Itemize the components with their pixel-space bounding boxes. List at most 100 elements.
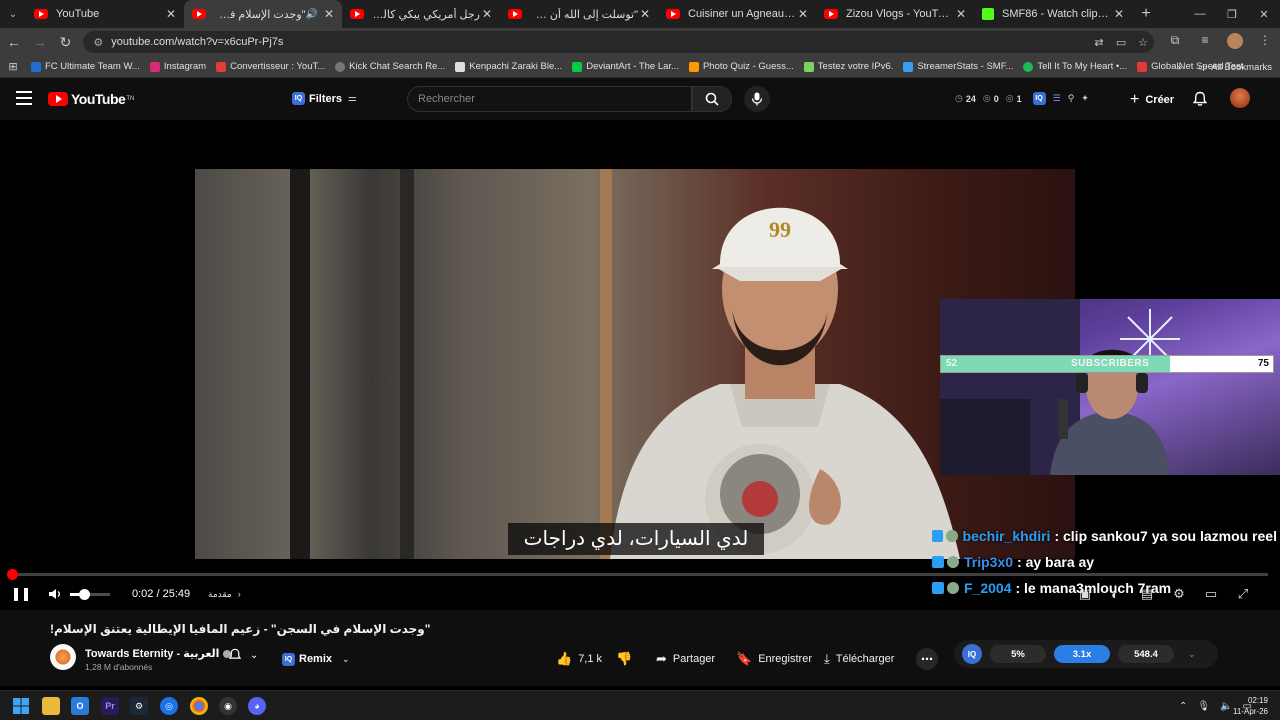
browser-tab[interactable]: SMF86 - Watch clips on Kick ✕ [974,0,1132,28]
browser-menu-icon[interactable]: ⋮ [1250,33,1280,52]
pause-button[interactable] [14,585,28,603]
close-tab-icon[interactable]: ✕ [954,7,968,21]
subscription-bell-button[interactable]: ⌄ [228,648,258,662]
cast-icon[interactable]: ▭ [1110,36,1132,49]
bookmark-item[interactable]: Kick Chat Search Re... [330,61,450,72]
translate-icon[interactable]: ⇄ [1088,36,1110,49]
bookmark-item[interactable]: Convertisseur : YouT... [211,61,330,72]
bookmark-item[interactable]: Photo Quiz - Guess... [684,61,799,72]
windows-start-icon[interactable] [12,697,30,715]
back-arrow-icon[interactable]: ← [2,30,26,54]
steam-icon[interactable]: ⚙ [130,697,148,715]
bookmark-item[interactable]: Kenpachi Zaraki Ble... [450,61,567,72]
list-icon[interactable]: ☰ [1053,93,1061,104]
close-tab-icon[interactable]: ✕ [638,7,652,21]
volume-slider[interactable] [70,589,110,600]
search-button[interactable] [692,86,732,112]
browser-tab[interactable]: رجل أمريكي يبكي كالطفل عندما ✕ [342,0,500,28]
theater-mode-icon[interactable]: ▭ [1201,585,1221,603]
iq-extension-icon[interactable]: IQ [962,644,982,664]
new-tab-button[interactable]: + [1132,5,1160,23]
close-tab-icon[interactable]: ✕ [480,7,494,21]
bookmark-item[interactable]: Tell It To My Heart •... [1018,61,1132,72]
voice-search-button[interactable] [744,86,770,112]
account-avatar[interactable] [1230,88,1250,108]
share-button[interactable]: ➦ Partager [656,648,715,670]
forward-arrow-icon[interactable]: → [28,30,52,54]
progress-bar[interactable] [6,569,1268,580]
extension-stat-multiplier[interactable]: 3.1x [1054,645,1110,663]
outlook-icon[interactable]: O [71,697,89,715]
taskbar-clock[interactable]: 02:19 11-Apr-26 [1233,695,1268,717]
chrome-icon[interactable] [190,697,208,715]
more-bookmarks-icon[interactable]: » [1177,62,1182,73]
reload-icon[interactable]: ↻ [54,30,78,54]
browser-tab[interactable]: Cuisiner un Agneau Entier sous ✕ [658,0,816,28]
close-tab-icon[interactable]: ✕ [322,7,336,21]
create-button[interactable]: + Créer [1130,91,1174,109]
extension-stat-percent[interactable]: 5% [990,645,1046,663]
volume-button[interactable] [48,585,62,603]
discord-icon[interactable]: ◕ [248,697,266,715]
sparkle-icon[interactable]: ✦ [1081,93,1089,104]
volume-knob[interactable] [79,589,90,600]
download-button[interactable]: ⤓ Télécharger [824,648,894,670]
autoplay-toggle[interactable]: ◐ [1105,585,1125,603]
microphone-icon[interactable]: 🎙 [1197,701,1210,712]
bookmark-item[interactable]: FC Ultimate Team W... [26,61,145,72]
close-window-icon[interactable]: ✕ [1248,0,1280,28]
app-icon[interactable]: ◉ [219,697,237,715]
search-input[interactable]: Rechercher [407,86,692,112]
extension-stat-score[interactable]: 548.4 [1118,645,1174,663]
profile-avatar[interactable] [1220,32,1250,52]
filters-button[interactable]: IQ Filters ⚌ [292,92,357,105]
url-field[interactable]: ⚙ youtube.com/watch?v=x6cuPr-Pj7s ⇄ ▭ ☆ [83,31,1155,53]
bookmark-item[interactable]: Instagram [145,61,211,72]
chevron-up-icon[interactable]: ⌃ [1179,701,1187,712]
channel-avatar[interactable] [50,644,76,670]
remix-button[interactable]: IQ Remix ⌄ [282,648,350,670]
browser-tab[interactable]: Zizou Vlogs - YouTube ✕ [816,0,974,28]
hamburger-menu-icon[interactable] [16,91,32,105]
browser-tab[interactable]: YouTube ✕ [26,0,184,28]
restore-icon[interactable]: ❐ [1216,0,1248,28]
like-button[interactable]: 👍 7,1 k [556,648,602,670]
browser-tab[interactable]: "توسلت إلى الله أن لا يكون الإسلا ✕ [500,0,658,28]
progress-scrubber[interactable] [6,569,18,580]
settings-gear-icon[interactable]: ⚙ [1169,585,1189,603]
tab-search-icon[interactable]: ⌄ [0,0,26,28]
chapter-button[interactable]: مقدمة › [208,585,241,603]
subtitles-icon[interactable]: ▤ [1137,585,1157,603]
file-explorer-icon[interactable] [42,697,60,715]
minimize-icon[interactable]: — [1184,0,1216,28]
iq-overlay-icon[interactable]: ▣ [1075,585,1095,603]
pin-icon[interactable]: ⚲ [1068,93,1075,104]
bookmark-item[interactable]: Testez votre IPv6. [799,61,899,72]
speaker-icon[interactable]: 🔊 [306,9,318,20]
bookmark-item[interactable]: StreamerStats - SMF... [898,61,1018,72]
more-actions-button[interactable]: ⋯ [916,648,938,670]
chevron-right-icon: › [237,589,241,599]
extensions-icon[interactable]: ⧉ [1160,33,1190,52]
iq-extension-icon[interactable]: IQ [1032,92,1046,105]
chevron-down-icon[interactable]: ⌄ [1188,649,1196,660]
close-tab-icon[interactable]: ✕ [164,7,178,21]
youtube-logo[interactable]: YouTube TN [48,91,134,107]
reading-list-icon[interactable]: ≡ [1190,33,1220,52]
apps-grid-icon[interactable]: ⊞ [0,60,26,73]
volume-icon[interactable]: 🔈 [1220,701,1232,712]
fullscreen-icon[interactable]: ⤢ [1233,585,1253,603]
close-tab-icon[interactable]: ✕ [1112,7,1126,21]
site-info-icon[interactable]: ⚙ [93,36,103,49]
all-bookmarks-button[interactable]: All Bookmarks [1211,62,1272,73]
close-tab-icon[interactable]: ✕ [796,7,810,21]
browser-tab-active[interactable]: "وجدت الإسلام في السجن" - 🔊 ✕ [184,0,342,28]
dislike-button[interactable]: 👎 [616,648,638,670]
app-icon[interactable]: ◎ [160,697,178,715]
save-button[interactable]: 🔖 Enregistrer [736,648,812,670]
bookmark-item[interactable]: DeviantArt - The Lar... [567,61,684,72]
premiere-pro-icon[interactable]: Pr [101,697,119,715]
channel-name[interactable]: Towards Eternity - العربية [85,647,232,660]
bookmark-star-icon[interactable]: ☆ [1132,36,1154,49]
notifications-bell-icon[interactable] [1192,91,1208,107]
